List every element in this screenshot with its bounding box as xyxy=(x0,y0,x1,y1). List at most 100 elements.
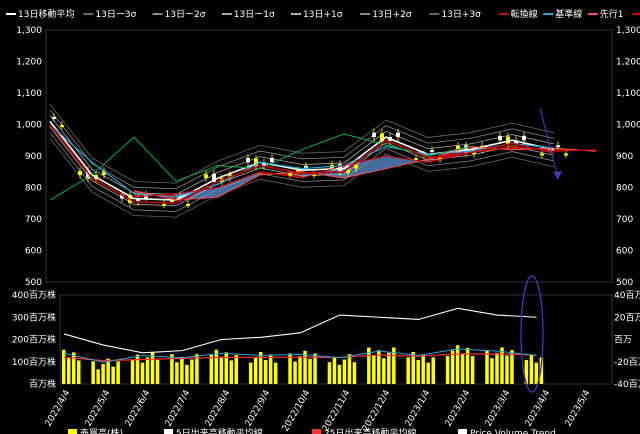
price-tick-right: 900 xyxy=(616,152,633,162)
volume-bar xyxy=(332,356,337,384)
volume-bar xyxy=(101,363,105,384)
volume-bar xyxy=(234,355,239,384)
volume-bar xyxy=(268,354,273,384)
volume-bar xyxy=(352,362,357,384)
volume-bar xyxy=(406,357,410,384)
volume-bar xyxy=(342,359,347,384)
date-label: 2022/6/4 xyxy=(124,388,153,428)
candle-body xyxy=(498,135,502,141)
candle-body xyxy=(354,164,358,169)
volume-bar xyxy=(510,350,514,384)
legend-label: 基準線 xyxy=(555,8,582,20)
volume-tick-left: 300百万株 xyxy=(12,311,56,323)
volume-bar xyxy=(273,362,278,384)
volume-bar xyxy=(77,360,81,384)
candle-body xyxy=(60,125,64,128)
date-label: 2022/8/4 xyxy=(204,388,233,428)
candle-body xyxy=(522,135,526,141)
volume-tick-right: -40百万 xyxy=(614,379,640,390)
bottom-legend-swatch xyxy=(458,429,467,434)
volume-tick-right: 20百万 xyxy=(614,312,640,323)
date-label: 2023/2/4 xyxy=(444,388,473,428)
volume-bar xyxy=(337,364,342,384)
volume-bar xyxy=(426,362,430,384)
volume-bar xyxy=(214,349,219,384)
volume-bar xyxy=(111,366,115,384)
candle-body xyxy=(556,145,560,148)
price-tick-left: 600 xyxy=(25,247,42,257)
volume-bar xyxy=(288,353,292,384)
volume-bar xyxy=(308,358,312,384)
volume-bar xyxy=(313,353,317,384)
volume-bar xyxy=(495,352,499,384)
volume-bar xyxy=(62,349,66,384)
volume-bar xyxy=(248,362,253,384)
volume-bar xyxy=(72,352,76,384)
volume-tick-left: 400百万株 xyxy=(12,289,56,301)
price-tick-right: 800 xyxy=(616,184,633,194)
volume-bar xyxy=(431,357,435,384)
volume-bar xyxy=(421,354,425,384)
volume-bar xyxy=(490,358,494,384)
price-tick-right: 1,100 xyxy=(616,89,640,99)
candle-body xyxy=(270,157,274,163)
volume-bar xyxy=(455,345,460,384)
volume-bar xyxy=(253,357,258,384)
price-tick-left: 900 xyxy=(25,152,42,162)
volume-bar xyxy=(460,353,465,384)
volume-bar xyxy=(534,362,539,384)
price-plot-area xyxy=(45,29,613,283)
candle-body xyxy=(430,150,434,153)
volume-bar xyxy=(219,357,224,384)
volume-bar xyxy=(303,350,307,384)
bottom-legend-label: 25日出来高移動平均線 xyxy=(324,427,416,434)
legend-label: 13日+3σ xyxy=(441,9,481,20)
price-tick-right: 1,300 xyxy=(616,26,640,36)
price-tick-left: 1,100 xyxy=(16,89,42,99)
volume-bar xyxy=(96,369,100,384)
volume-tick-left: 200百万株 xyxy=(12,334,56,346)
price-tick-right: 1,200 xyxy=(616,58,640,68)
date-label: 2022/9/4 xyxy=(244,388,273,428)
date-label: 2022/7/4 xyxy=(164,388,193,428)
date-label: 2022/12/4 xyxy=(361,388,393,433)
volume-bar xyxy=(185,364,189,384)
volume-bar xyxy=(135,354,140,384)
candle-body xyxy=(78,171,82,175)
volume-tick-left: 100百万株 xyxy=(12,356,56,368)
chart-svg: 13日移動平均 13日ー3σ 13日ー2σ 13日ー1σ 13日+1σ 13日+2σ 13日… xyxy=(6,8,640,434)
volume-bar xyxy=(382,358,386,384)
candle-body xyxy=(186,203,190,206)
candle-body xyxy=(162,203,166,206)
volume-bar xyxy=(190,359,194,384)
volume-bar xyxy=(387,352,391,384)
date-label: 2022/5/4 xyxy=(84,388,113,428)
volume-bar xyxy=(130,359,135,384)
volume-tick-right: 40百万 xyxy=(614,290,640,301)
volume-bar xyxy=(263,359,268,384)
legend-label: 13日ー1σ xyxy=(234,9,275,20)
volume-bar xyxy=(445,355,450,384)
candle-body xyxy=(204,174,208,179)
candle-body xyxy=(564,153,568,156)
bottom-legend-label: 売買高(株) xyxy=(80,427,123,434)
volume-bar xyxy=(180,356,184,384)
candle-body xyxy=(52,116,56,119)
volume-tick-left: 百万株 xyxy=(29,378,56,390)
volume-bar xyxy=(505,355,509,384)
volume-bar xyxy=(416,359,420,384)
date-label: 2023/4/4 xyxy=(524,388,553,428)
date-label: 2023/3/4 xyxy=(484,388,513,428)
volume-bar xyxy=(116,361,120,384)
volume-bar xyxy=(347,354,352,384)
volume-bar xyxy=(106,358,110,384)
bottom-legend-swatch xyxy=(312,429,321,434)
candle-body xyxy=(304,165,308,168)
volume-bar xyxy=(150,351,155,384)
legend-label: 転換線 xyxy=(511,8,538,20)
bottom-legend-swatch xyxy=(164,429,173,434)
candle-body xyxy=(540,153,544,156)
date-label: 2023/1/4 xyxy=(404,388,433,428)
volume-bar xyxy=(298,356,302,384)
price-tick-left: 500 xyxy=(25,278,42,288)
